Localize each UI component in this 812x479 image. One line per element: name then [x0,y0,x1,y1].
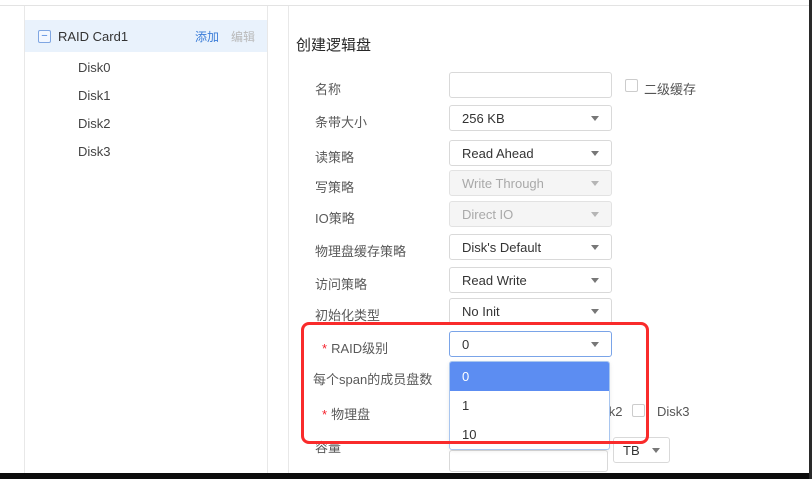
frame-top-border [0,5,812,6]
stripe-size-label: 条带大小 [315,112,449,131]
chevron-down-icon [591,151,599,156]
secondary-cache-label: 二级缓存 [644,79,696,98]
form-panel-left-border [288,6,289,473]
sidebar-item-disk1[interactable]: Disk1 [78,88,111,103]
raid-level-dropdown: 0 1 10 [449,361,610,450]
access-policy-select[interactable]: Read Write [449,267,612,293]
chevron-down-icon [652,448,660,453]
physical-disks-label: * 物理盘 [322,404,456,423]
chevron-down-icon [591,116,599,121]
write-policy-value: Write Through [462,176,544,191]
capacity-unit-select[interactable]: TB [613,437,670,463]
raid-card-actions: 添加编辑 [195,28,255,45]
read-policy-select[interactable]: Read Ahead [449,140,612,166]
read-policy-value: Read Ahead [462,146,534,161]
write-policy-label: 写策略 [315,177,449,196]
raid-level-label: * RAID级别 [322,338,456,357]
read-policy-label: 读策略 [315,147,449,166]
disk-cache-policy-value: Disk's Default [462,240,541,255]
raid-config-page: − RAID Card1 添加编辑 Disk0 Disk1 Disk2 Disk… [0,0,812,479]
edit-link[interactable]: 编辑 [231,30,255,44]
disk-cache-policy-select[interactable]: Disk's Default [449,234,612,260]
capacity-input[interactable] [449,450,608,472]
stripe-size-select[interactable]: 256 KB [449,105,612,131]
io-policy-label: IO策略 [315,208,449,227]
page-title: 创建逻辑盘 [296,34,371,55]
frame-bottom-border [0,473,812,479]
capacity-unit-value: TB [623,443,640,458]
sidebar-right-border [267,6,268,473]
io-policy-value: Direct IO [462,207,513,222]
disk3-checkbox[interactable] [632,404,645,417]
write-policy-select: Write Through [449,170,612,196]
physical-disks-label-text: 物理盘 [331,407,370,422]
raid-level-value: 0 [462,337,469,352]
raid-level-option-1[interactable]: 1 [450,391,609,420]
raid-level-select[interactable]: 0 [449,331,612,357]
sidebar-item-disk0[interactable]: Disk0 [78,60,111,75]
raid-level-label-text: RAID级别 [331,341,388,356]
chevron-down-icon [591,212,599,217]
name-label: 名称 [315,79,449,98]
access-policy-label: 访问策略 [315,274,449,293]
raid-card-label: RAID Card1 [58,29,128,44]
sidebar-left-border [24,6,25,473]
chevron-down-icon [591,245,599,250]
raid-level-option-0[interactable]: 0 [450,362,609,391]
sidebar-item-disk3[interactable]: Disk3 [78,144,111,159]
sidebar-item-raid-card[interactable]: − RAID Card1 添加编辑 [25,20,267,52]
secondary-cache-checkbox[interactable] [625,79,638,92]
name-input[interactable] [449,72,612,98]
stripe-size-value: 256 KB [462,111,505,126]
chevron-down-icon [591,342,599,347]
capacity-label: 容量 [315,437,449,456]
sidebar-item-disk2[interactable]: Disk2 [78,116,111,131]
raid-level-option-10[interactable]: 10 [450,420,609,449]
chevron-down-icon [591,309,599,314]
required-asterisk: * [322,341,327,356]
init-type-select[interactable]: No Init [449,298,612,324]
access-policy-value: Read Write [462,273,527,288]
io-policy-select: Direct IO [449,201,612,227]
required-asterisk: * [322,407,327,422]
span-members-label: 每个span的成员盘数 [313,369,447,388]
chevron-down-icon [591,278,599,283]
init-type-label: 初始化类型 [315,305,449,324]
collapse-minus-icon[interactable]: − [38,30,51,43]
disk-cache-policy-label: 物理盘缓存策略 [315,241,449,260]
chevron-down-icon [591,181,599,186]
init-type-value: No Init [462,304,500,319]
add-link[interactable]: 添加 [195,30,219,44]
disk3-checkbox-label: Disk3 [657,404,690,419]
